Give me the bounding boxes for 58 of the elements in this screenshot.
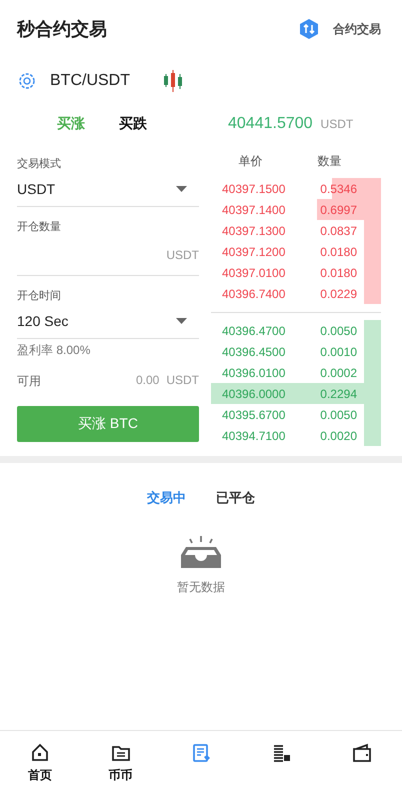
price-cell: 40396.0100 xyxy=(222,366,286,380)
column-header: 数量 xyxy=(318,152,342,170)
amount-cell: 0.0020 xyxy=(320,428,357,442)
wallet-icon xyxy=(352,743,372,763)
folder-icon xyxy=(110,743,131,763)
amount-cell: 0.0229 xyxy=(320,286,357,300)
price-cell: 40394.7100 xyxy=(222,428,286,442)
pair-symbol[interactable]: BTC/USDT xyxy=(50,72,130,90)
amount-cell: 0.0002 xyxy=(320,366,357,380)
empty-message: 暂无数据 xyxy=(177,579,225,596)
page-title: 秒合约交易 xyxy=(17,18,107,41)
price-cell: 40397.1400 xyxy=(222,202,286,216)
amount-cell: 0.0050 xyxy=(320,324,357,338)
side-tab[interactable]: 买跌 xyxy=(102,115,164,133)
contract-link[interactable]: 合约交易 xyxy=(333,20,381,38)
field-label: 开仓数量 xyxy=(17,220,62,235)
field-label: 开仓时间 xyxy=(17,289,62,304)
column-header: 单价 xyxy=(238,152,262,170)
amount-cell: 0.0180 xyxy=(320,244,357,258)
document-icon xyxy=(190,743,211,763)
price-cell: 40397.0100 xyxy=(222,266,286,280)
swap-icon xyxy=(298,18,320,40)
caret-icon xyxy=(176,318,187,324)
candlestick-icon xyxy=(162,69,184,93)
amount-cell: 0.2294 xyxy=(320,386,357,400)
order-tab[interactable]: 交易中 xyxy=(136,485,197,511)
price-cell: 40396.0000 xyxy=(222,386,286,400)
price-cell: 40395.6700 xyxy=(222,408,286,422)
amount-cell: 0.0180 xyxy=(320,266,357,280)
amount-cell: 0.6997 xyxy=(320,202,357,216)
nav-item[interactable]: 首页 xyxy=(10,743,70,796)
last-price: 40441.5700 xyxy=(228,115,313,133)
caret-icon xyxy=(176,186,187,192)
profit-rate: 盈利率 8.00% xyxy=(17,342,92,359)
available-amount: 0.00 xyxy=(136,373,160,389)
empty-tray-icon xyxy=(180,535,222,569)
amount-cell: 0.0050 xyxy=(320,408,357,422)
price-cell: 40397.1500 xyxy=(222,182,286,196)
home-icon xyxy=(30,743,50,763)
price-cell: 40397.1300 xyxy=(222,224,286,238)
mode-select[interactable]: USDT xyxy=(17,172,199,207)
price-cell: 40396.4500 xyxy=(222,344,286,358)
stack-icon xyxy=(271,743,292,763)
available-label: 可用 xyxy=(17,373,41,390)
field-label: 交易模式 xyxy=(17,156,62,172)
price-unit: USDT xyxy=(320,117,354,131)
order-tab[interactable]: 已平仓 xyxy=(205,485,266,511)
available-unit: USDT xyxy=(166,373,199,389)
price-cell: 40396.4700 xyxy=(222,324,286,338)
amount-cell: 0.0010 xyxy=(320,344,357,358)
gear-icon xyxy=(17,71,37,91)
unit-label: USDT xyxy=(166,248,199,262)
amount-cell: 0.5346 xyxy=(320,182,357,196)
price-cell: 40396.7400 xyxy=(222,286,286,300)
nav-item[interactable]: 币币 xyxy=(90,743,151,796)
time-select[interactable]: 120 Sec xyxy=(17,304,199,339)
amount-cell: 0.0837 xyxy=(320,224,357,238)
price-cell: 40397.1200 xyxy=(222,244,286,258)
